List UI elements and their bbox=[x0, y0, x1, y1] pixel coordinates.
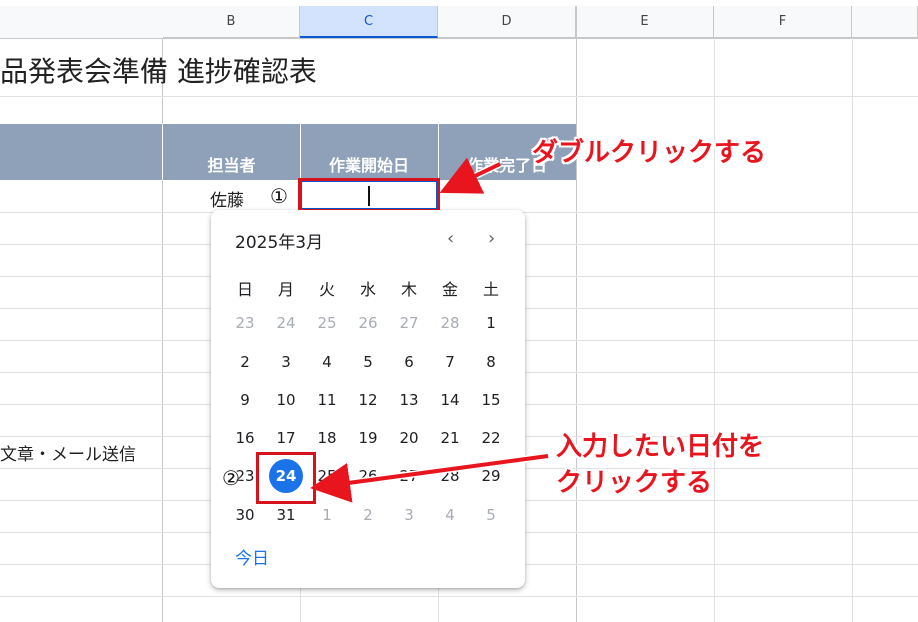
annotation-click-date-line1: 入力したい日付を bbox=[556, 432, 765, 462]
annotation-click-date-line2: クリックする bbox=[556, 468, 713, 498]
annotation-double-click: ダブルクリックする bbox=[532, 138, 767, 168]
annotation-arrows bbox=[310, 157, 549, 503]
